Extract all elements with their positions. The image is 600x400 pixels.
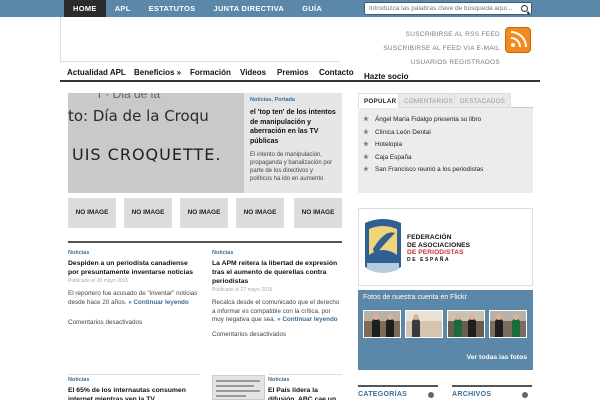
continue-reading-link[interactable]: » Continuar leyendo xyxy=(277,316,338,323)
fape-banner[interactable]: FEDERACIÓN DE ASOCIACIONES DE PERIODISTA… xyxy=(358,208,533,286)
comments-status: Comentarios desactivados xyxy=(212,330,287,338)
fape-line: DE PERIODISTAS xyxy=(407,249,464,256)
article: Noticias El País lidera la difusión, ABC… xyxy=(268,374,342,400)
thumbnail[interactable]: NO IMAGE xyxy=(180,198,228,228)
featured-summary: Noticias, Portada el 'top ten' de los in… xyxy=(244,93,342,193)
article-date: Publicado el 28 mayo 2015 xyxy=(68,278,129,284)
search-input[interactable] xyxy=(365,3,519,14)
flickr-photo[interactable] xyxy=(405,310,443,338)
nav-beneficios[interactable]: Beneficios » xyxy=(134,68,181,77)
chevron-down-icon[interactable] xyxy=(522,392,528,398)
categories-heading[interactable]: CATEGORÍAS xyxy=(358,385,438,400)
nav-videos[interactable]: Videos xyxy=(240,68,266,77)
article-category[interactable]: Noticias xyxy=(68,250,200,256)
list-item-label: Ángel María Fidalgo presenta su libro xyxy=(375,116,482,123)
nav-actualidad-apl[interactable]: Actualidad APL xyxy=(67,68,126,77)
article-category[interactable]: Noticias xyxy=(212,250,342,256)
topnav-guia[interactable]: GUÍA xyxy=(293,0,331,17)
logo-area xyxy=(60,17,340,62)
list-item[interactable]: ✭ Caja España xyxy=(358,152,533,165)
continue-reading-link[interactable]: » Continuar leyendo xyxy=(128,299,189,306)
thumbnail[interactable]: NO IMAGE xyxy=(124,198,172,228)
thumbnail-strip: NO IMAGE NO IMAGE NO IMAGE NO IMAGE NO I… xyxy=(68,198,342,228)
fape-line: DE ASOCIACIONES xyxy=(407,241,471,249)
rss-icon[interactable] xyxy=(505,27,531,53)
fape-line: DE ESPAÑA xyxy=(407,256,451,263)
featured-title[interactable]: el 'top ten' de los intentos de manipula… xyxy=(250,108,336,146)
search-icon[interactable] xyxy=(521,5,528,12)
nav-contacto[interactable]: Contacto xyxy=(319,68,354,77)
list-item[interactable]: ✭ Clínica León Dental xyxy=(358,127,533,140)
article-category[interactable]: Noticias xyxy=(268,377,342,383)
popular-list: ✭ Ángel María Fidalgo presenta su libro ✭… xyxy=(358,108,533,193)
article-title[interactable]: El 65% de los internautas consumen inter… xyxy=(68,386,200,400)
main-nav: Actualidad APL Beneficios » Formación Vi… xyxy=(60,62,540,82)
view-all-photos-link[interactable]: Ver todas las fotos xyxy=(467,354,527,361)
list-item[interactable]: ✭ Hotelopia xyxy=(358,139,533,152)
sidebar-tabs: POPULAR COMENTARIOS DESTACADOS xyxy=(358,93,533,108)
star-icon: ✭ xyxy=(363,166,369,174)
star-icon: ✭ xyxy=(363,128,369,136)
featured-excerpt: El intento de manipulación, propaganda y… xyxy=(250,152,333,182)
star-icon: ✭ xyxy=(363,153,369,161)
article-excerpt: El reportero fue acusado de "inventar" n… xyxy=(68,290,200,307)
thumbnail[interactable]: NO IMAGE xyxy=(236,198,284,228)
topnav-apl[interactable]: APL xyxy=(106,0,140,17)
article: Noticias Despiden a un periodista canadi… xyxy=(68,250,200,326)
flickr-title: Fotos de nuestra cuenta en Flickr xyxy=(363,294,467,301)
tab-popular[interactable]: POPULAR xyxy=(358,93,403,108)
chevron-down-icon[interactable] xyxy=(428,392,434,398)
thumbnail[interactable]: NO IMAGE xyxy=(294,198,342,228)
nav-premios[interactable]: Premios xyxy=(277,68,309,77)
list-item-label: Clínica León Dental xyxy=(375,128,431,136)
article: Noticias La APM reitera la libertad de e… xyxy=(212,250,342,338)
list-item-label: Hotelopia xyxy=(375,141,403,149)
email-feed-link[interactable]: SUSCRIBIRSE AL FEED VIA E-MAIL xyxy=(383,42,500,56)
topnav-home[interactable]: HOME xyxy=(64,0,106,17)
divider xyxy=(68,241,342,243)
flickr-widget: Fotos de nuestra cuenta en Flickr Ver to… xyxy=(358,290,533,370)
article-title[interactable]: Despiden a un periodista canadiense por … xyxy=(68,259,200,277)
nav-formacion[interactable]: Formación xyxy=(190,68,231,77)
article-title[interactable]: La APM reitera la libertad de expresión … xyxy=(212,259,342,286)
article-excerpt: Recalca desde el comunicado que el derec… xyxy=(212,299,342,325)
featured-image-text: UIS CROQUETTE. xyxy=(72,145,222,164)
comments-status: Comentarios desactivados xyxy=(68,319,143,326)
featured-image-text: r · Dia de la xyxy=(98,93,161,101)
list-item-label: San Francisco reunió a los periodistas xyxy=(375,166,484,174)
article-date: Publicado el 27 mayo 2015 xyxy=(212,287,273,293)
featured-image[interactable]: r · Dia de la to: Día de la Croqu UIS CR… xyxy=(68,93,244,193)
list-item[interactable]: ✭ Ángel María Fidalgo presenta su libro xyxy=(358,114,533,127)
list-item[interactable]: ✭ San Francisco reunió a los periodistas xyxy=(358,164,533,177)
top-bar: HOME APL ESTATUTOS JUNTA DIRECTIVA GUÍA xyxy=(0,0,600,17)
archives-heading[interactable]: ARCHIVOS xyxy=(452,385,532,400)
article-thumbnail[interactable] xyxy=(212,375,265,400)
list-item-label: Caja España xyxy=(375,153,412,161)
featured-image-text: to: Día de la Croqu xyxy=(68,107,209,125)
topnav-junta-directiva[interactable]: JUNTA DIRECTIVA xyxy=(204,0,293,17)
categories-label: CATEGORÍAS xyxy=(358,391,408,398)
topnav-estatutos[interactable]: ESTATUTOS xyxy=(140,0,205,17)
article-category[interactable]: Noticias xyxy=(68,377,200,383)
flickr-photo[interactable] xyxy=(363,310,401,338)
tab-destacados[interactable]: DESTACADOS xyxy=(454,93,512,108)
nav-hazte-socio[interactable]: Hazte socio xyxy=(364,72,408,81)
rss-feed-link[interactable]: SUSCRIBIRSE AL RSS FEED xyxy=(383,28,500,42)
featured-category[interactable]: Noticias, Portada xyxy=(250,97,336,103)
star-icon: ✭ xyxy=(363,141,369,149)
flickr-photo[interactable] xyxy=(447,310,485,338)
fape-emblem-icon xyxy=(363,215,403,279)
tab-comentarios[interactable]: COMENTARIOS xyxy=(398,93,459,108)
search-box xyxy=(364,2,532,15)
thumbnail[interactable]: NO IMAGE xyxy=(68,198,116,228)
fape-line: FEDERACIÓN xyxy=(407,234,452,241)
archives-label: ARCHIVOS xyxy=(452,391,492,398)
flickr-photo[interactable] xyxy=(489,310,527,338)
fape-name: FEDERACIÓN DE ASOCIACIONES DE PERIODISTA… xyxy=(407,234,470,264)
article-title[interactable]: El País lidera la difusión, ABC cae un xyxy=(268,386,342,400)
article: Noticias El 65% de los internautas consu… xyxy=(68,374,200,400)
star-icon: ✭ xyxy=(363,116,369,123)
top-nav: HOME APL ESTATUTOS JUNTA DIRECTIVA GUÍA xyxy=(64,0,331,17)
